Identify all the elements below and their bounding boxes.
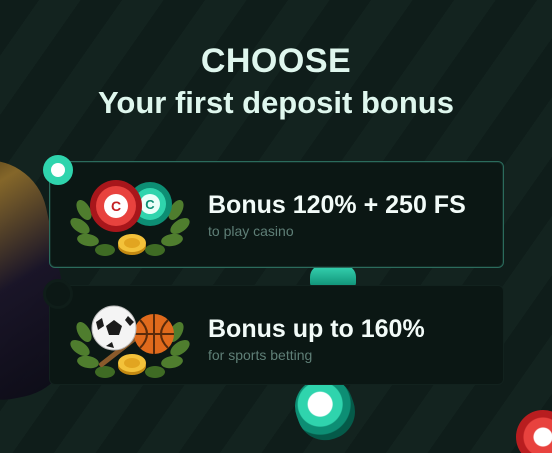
background-chip-icon [516,410,552,453]
option-subtitle: for sports betting [208,347,313,363]
bonus-selection-screen: CHOOSE Your first deposit bonus C C Bonu… [0,0,552,453]
page-title: CHOOSE Your first deposit bonus [0,40,552,124]
svg-text:C: C [111,198,121,214]
bonus-option-casino[interactable]: C C Bonus 120% + 250 FS to play casino [49,161,504,268]
casino-chips-icon: C C [70,180,190,256]
bonus-option-sports[interactable]: Bonus up to 160% for sports betting [49,285,504,385]
option-title: Bonus 120% + 250 FS [208,191,466,219]
radio-unselected-sports[interactable] [43,279,73,309]
option-title: Bonus up to 160% [208,315,425,343]
sports-balls-icon [70,305,190,378]
background-chip-icon [310,265,356,287]
option-text: Bonus up to 160% for sports betting [208,314,425,364]
svg-text:C: C [145,197,155,212]
title-line-choose: CHOOSE [200,42,352,80]
radio-selected-casino[interactable] [43,155,73,185]
option-subtitle: to play casino [208,223,294,239]
option-text: Bonus 120% + 250 FS to play casino [208,190,466,240]
title-line-subtitle: Your first deposit bonus [98,85,454,120]
